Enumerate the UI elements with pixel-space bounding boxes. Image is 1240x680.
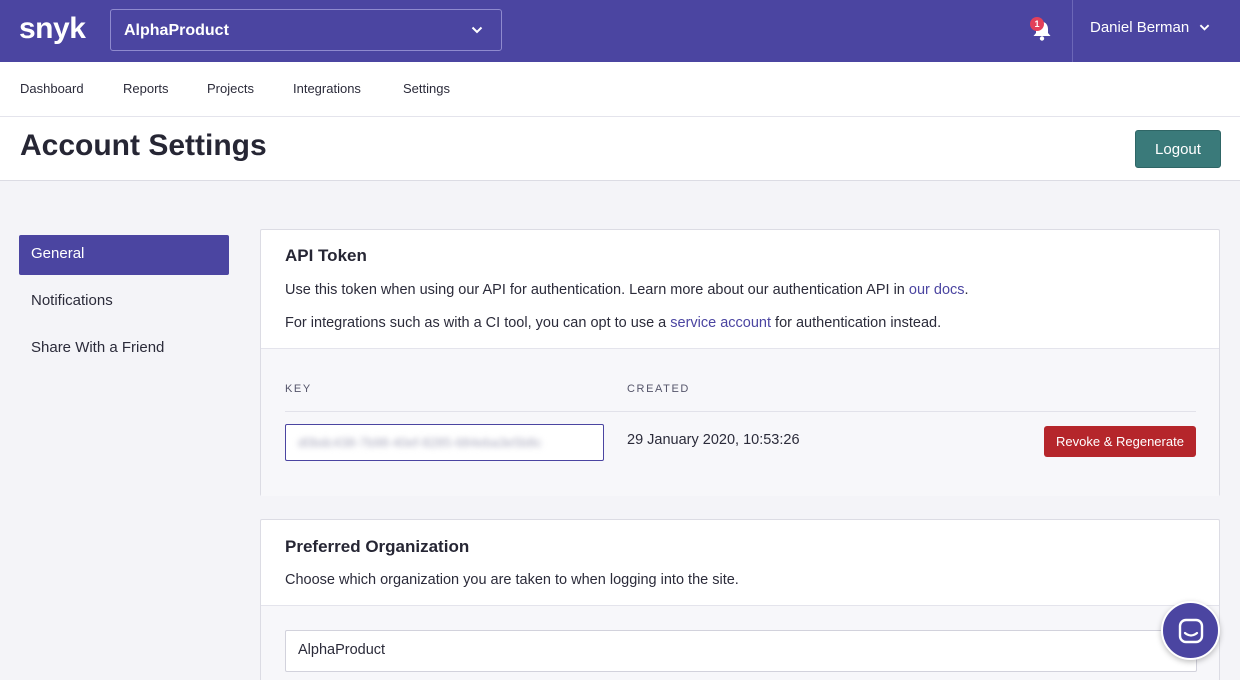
api-token-description: Use this token when using our API for au…	[285, 282, 969, 298]
nav-reports[interactable]: Reports	[123, 81, 169, 96]
org-selector-label: AlphaProduct	[124, 22, 229, 39]
snyk-logo[interactable]: snyk	[19, 12, 86, 46]
api-token-table: KEY CREATED d0bdc438-7b98-40ef-8285-684e…	[261, 348, 1219, 496]
created-timestamp: 29 January 2020, 10:53:26	[627, 432, 800, 448]
nav-projects[interactable]: Projects	[207, 81, 254, 96]
page-header: Account Settings Logout	[0, 117, 1240, 181]
divider	[1072, 0, 1073, 62]
api-token-card: API Token Use this token when using our …	[260, 229, 1220, 496]
divider	[285, 411, 1196, 412]
sidebar-item-share-with-a-friend[interactable]: Share With a Friend	[19, 329, 229, 369]
notification-badge: 1	[1030, 17, 1044, 31]
preferred-org-title: Preferred Organization	[285, 537, 470, 556]
top-bar: snyk AlphaProduct 1 Daniel Berman	[0, 0, 1240, 62]
revoke-regenerate-button[interactable]: Revoke & Regenerate	[1044, 426, 1196, 457]
api-key-value: d0bdc438-7b98-40ef-8285-684eba3e5b8c	[298, 435, 542, 450]
nav-dashboard[interactable]: Dashboard	[20, 81, 84, 96]
preferred-org-section: AlphaProduct	[261, 605, 1219, 680]
page-title: Account Settings	[20, 129, 267, 162]
chat-icon	[1178, 618, 1204, 644]
nav-integrations[interactable]: Integrations	[293, 81, 361, 96]
our-docs-link[interactable]: our docs	[909, 282, 965, 298]
preferred-org-card: Preferred Organization Choose which orga…	[260, 519, 1220, 680]
preferred-org-select[interactable]: AlphaProduct	[285, 630, 1197, 672]
column-header-created: CREATED	[627, 383, 690, 395]
column-header-key: KEY	[285, 383, 312, 395]
service-account-description: For integrations such as with a CI tool,…	[285, 315, 942, 331]
service-account-link[interactable]: service account	[670, 315, 771, 331]
user-menu[interactable]: Daniel Berman	[1090, 19, 1210, 36]
chevron-down-icon	[471, 26, 483, 34]
logout-button[interactable]: Logout	[1135, 130, 1221, 168]
nav-settings[interactable]: Settings	[403, 81, 450, 96]
chevron-down-icon	[1199, 24, 1210, 31]
sidebar-item-notifications[interactable]: Notifications	[19, 282, 229, 322]
api-token-title: API Token	[285, 246, 367, 265]
preferred-org-description: Choose which organization you are taken …	[285, 572, 739, 588]
api-key-field[interactable]: d0bdc438-7b98-40ef-8285-684eba3e5b8c	[285, 424, 604, 461]
chat-button[interactable]	[1161, 601, 1220, 660]
org-selector[interactable]: AlphaProduct	[110, 9, 502, 51]
user-name: Daniel Berman	[1090, 19, 1190, 36]
main-nav: Dashboard Reports Projects Integrations …	[0, 62, 1240, 117]
sidebar-item-general[interactable]: General	[19, 235, 229, 275]
